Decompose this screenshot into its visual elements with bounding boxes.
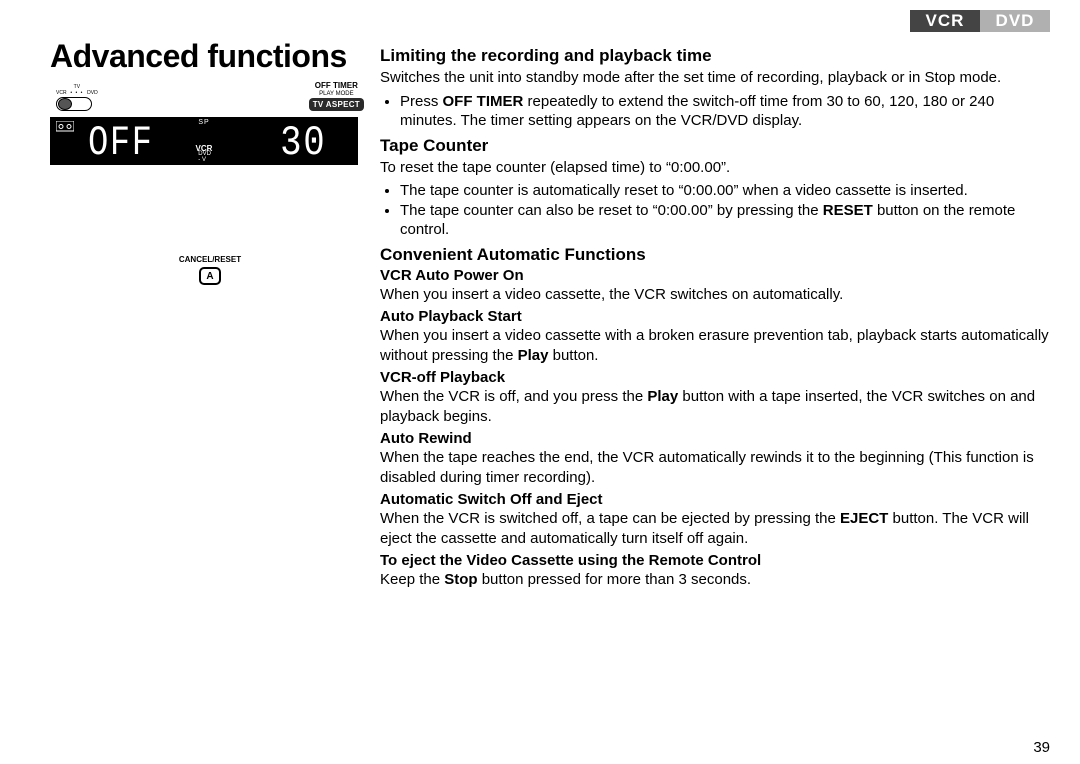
- cancel-reset-label: CANCEL/RESET: [50, 255, 370, 264]
- body-text: When you insert a video cassette with a …: [380, 326, 1050, 365]
- body-text: To reset the tape counter (elapsed time)…: [380, 158, 1050, 178]
- subheading-vcr-off-playback: VCR-off Playback: [380, 369, 1050, 386]
- body-text: Switches the unit into standby mode afte…: [380, 68, 1050, 88]
- lcd-segment-30: 30: [280, 119, 326, 167]
- body-text: When the VCR is off, and you press the P…: [380, 387, 1050, 426]
- subheading-auto-power: VCR Auto Power On: [380, 267, 1050, 284]
- button-a: A: [199, 267, 221, 285]
- heading-limiting: Limiting the recording and playback time: [380, 46, 1050, 66]
- off-timer-label: OFF TIMER: [309, 81, 364, 91]
- heading-auto-functions: Convenient Automatic Functions: [380, 245, 1050, 265]
- heading-tape-counter: Tape Counter: [380, 136, 1050, 156]
- cassette-icon: [56, 121, 74, 133]
- remote-illustration: TV VCR • • • DVD OFF TIMER PLAY MODE TV …: [50, 81, 370, 285]
- mode-slider: [56, 97, 92, 111]
- bullet-item: Press OFF TIMER repeatedly to extend the…: [400, 92, 1050, 130]
- lcd-sp: SP: [198, 119, 209, 126]
- subheading-auto-rewind: Auto Rewind: [380, 430, 1050, 447]
- subheading-eject-remote: To eject the Video Cassette using the Re…: [380, 552, 1050, 569]
- tab-dvd: DVD: [980, 10, 1050, 32]
- tab-vcr: VCR: [910, 10, 980, 32]
- play-mode-label: PLAY MODE: [309, 91, 364, 98]
- lcd-dvd-v: DVD- V: [198, 151, 211, 163]
- slider-label-right: DVD: [87, 90, 98, 96]
- body-text: Keep the Stop button pressed for more th…: [380, 570, 1050, 590]
- lcd-display: SP VCR DVD- V OFF 30: [50, 117, 358, 165]
- page-title: Advanced functions: [50, 38, 370, 75]
- bullet-item: The tape counter is automatically reset …: [400, 181, 1050, 200]
- bullet-item: The tape counter can also be reset to “0…: [400, 201, 1050, 239]
- body-text: When you insert a video cassette, the VC…: [380, 285, 1050, 305]
- slider-label-left: VCR: [56, 90, 67, 96]
- subheading-auto-switch-off: Automatic Switch Off and Eject: [380, 491, 1050, 508]
- tv-aspect-button: TV ASPECT: [309, 98, 364, 112]
- subheading-auto-playback: Auto Playback Start: [380, 308, 1050, 325]
- lcd-segment-off: OFF: [88, 119, 153, 167]
- body-text: When the tape reaches the end, the VCR a…: [380, 448, 1050, 487]
- page-number: 39: [1033, 739, 1050, 756]
- body-text: When the VCR is switched off, a tape can…: [380, 509, 1050, 548]
- mode-tabs: VCR DVD: [50, 10, 1050, 32]
